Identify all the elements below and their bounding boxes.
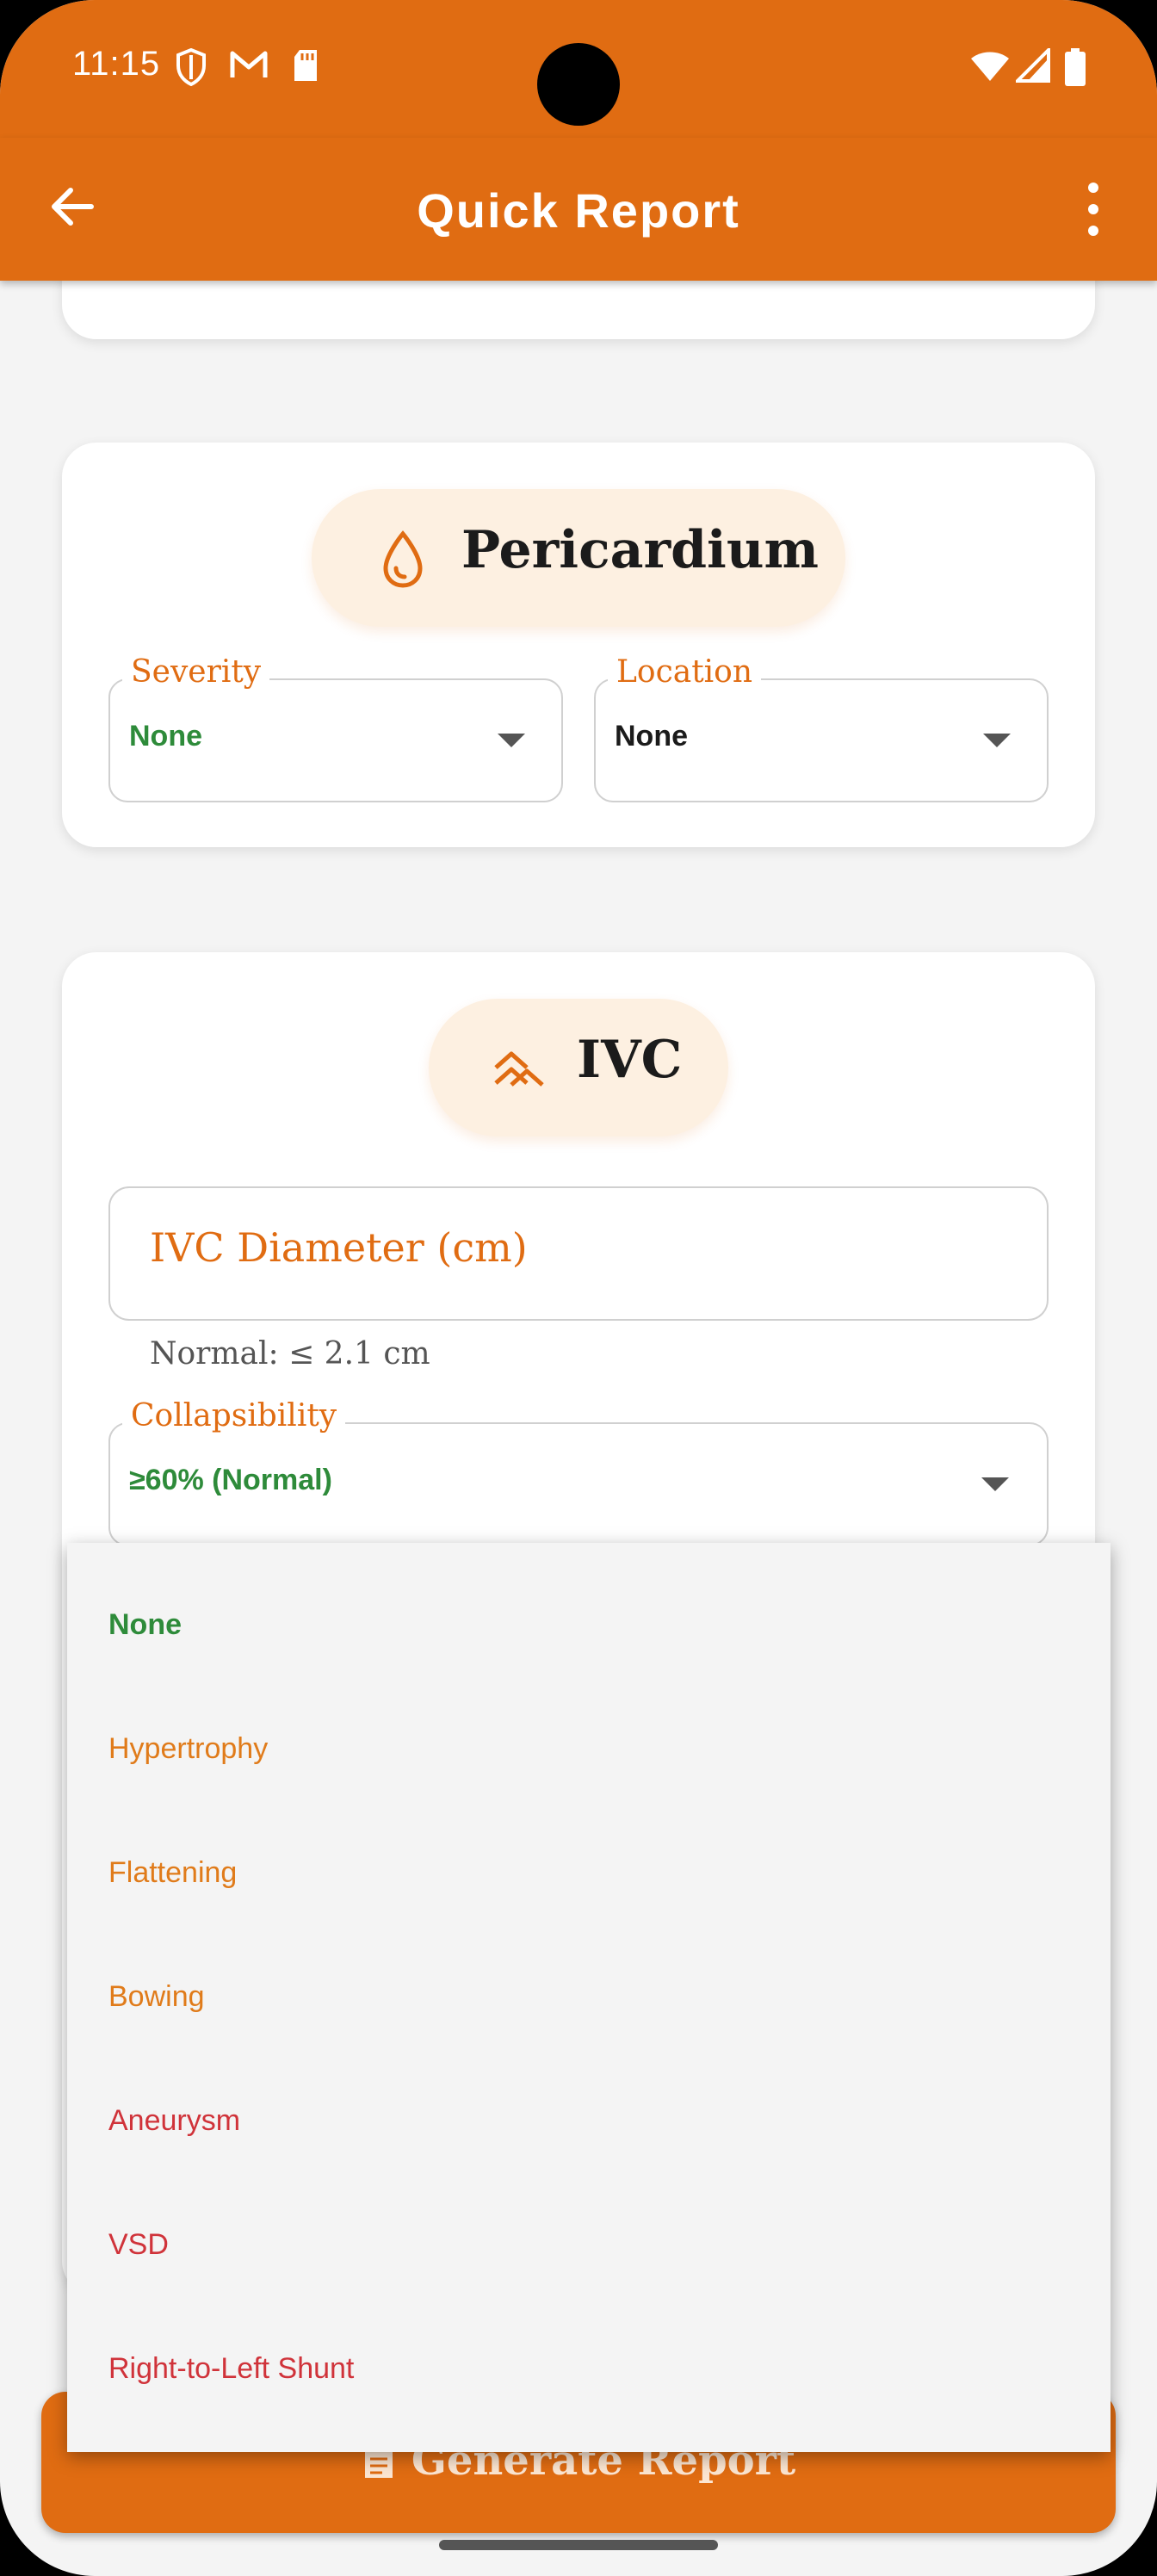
pericardium-title: Pericardium (461, 520, 819, 580)
status-bar: 11:15 (0, 0, 1157, 138)
pericardium-card: Pericardium Severity None Location None (62, 443, 1095, 847)
chevron-down-icon (981, 1477, 1009, 1491)
gmail-icon (230, 51, 268, 77)
camera-cutout (537, 43, 620, 126)
dropdown-option-flattening[interactable]: Flattening (108, 1856, 237, 1890)
ivc-diameter-hint: Normal: ≤ 2.1 cm (150, 1336, 430, 1372)
dropdown-option-right-to-left-shunt[interactable]: Right-to-Left Shunt (108, 2352, 354, 2386)
severity-value: None (129, 720, 202, 752)
water-drop-icon (383, 530, 423, 588)
more-vert-icon[interactable] (1076, 181, 1111, 238)
app-bar: Quick Report (0, 138, 1157, 281)
battery-icon (1065, 48, 1086, 86)
dropdown-option-hypertrophy[interactable]: Hypertrophy (108, 1732, 268, 1766)
ivc-title: IVC (577, 1030, 683, 1090)
chevron-down-icon (983, 734, 1011, 747)
cell-signal-icon (1016, 48, 1050, 83)
severity-select[interactable]: Severity None (108, 654, 563, 802)
collapsibility-select[interactable]: Collapsibility ≥60% (Normal) (108, 1398, 1049, 1546)
ivc-diameter-placeholder: IVC Diameter (cm) (150, 1224, 528, 1271)
dropdown-menu: None Hypertrophy Flattening Bowing Aneur… (67, 1543, 1111, 2452)
severity-label: Severity (122, 654, 270, 690)
gesture-nav-bar[interactable] (439, 2540, 718, 2550)
status-time: 11:15 (72, 45, 161, 83)
collapsibility-value: ≥60% (Normal) (129, 1464, 332, 1496)
pericardium-header: Pericardium (312, 489, 845, 627)
ivc-header: IVC (429, 999, 728, 1136)
location-select[interactable]: Location None (594, 654, 1049, 802)
screen: 11:15 Quick Report Pericardium Severity … (0, 0, 1157, 2576)
dropdown-option-none[interactable]: None (108, 1608, 182, 1642)
page-title: Quick Report (417, 183, 740, 238)
location-label: Location (608, 654, 762, 690)
dropdown-option-bowing[interactable]: Bowing (108, 1980, 205, 2014)
double-chevron-up-icon (494, 1051, 544, 1087)
dropdown-option-vsd[interactable]: VSD (108, 2228, 169, 2262)
wifi-icon (971, 52, 1009, 81)
shield-icon (176, 48, 206, 86)
collapsibility-label: Collapsibility (122, 1398, 346, 1434)
dropdown-option-aneurysm[interactable]: Aneurysm (108, 2104, 240, 2138)
sd-card-icon (294, 50, 317, 81)
chevron-down-icon (498, 734, 525, 747)
location-value: None (615, 720, 688, 752)
ivc-diameter-input[interactable]: IVC Diameter (cm) (108, 1186, 1049, 1321)
